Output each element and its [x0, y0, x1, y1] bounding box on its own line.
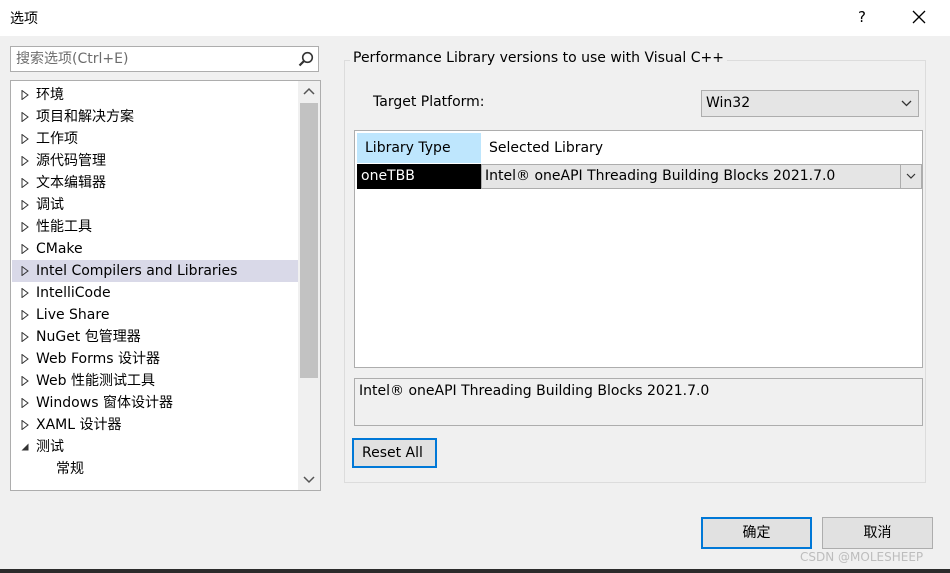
triangle-right-icon[interactable] — [20, 266, 30, 276]
triangle-right-icon[interactable] — [20, 244, 30, 254]
search-input[interactable] — [11, 47, 296, 71]
tree-item-label: Web Forms 设计器 — [36, 351, 160, 367]
tree-item-label: Web 性能测试工具 — [36, 373, 155, 389]
chevron-up-icon — [303, 87, 315, 95]
tree-scrollbar[interactable] — [298, 81, 320, 490]
tree-item[interactable]: XAML 设计器 — [12, 414, 298, 436]
tree-item-label: 环境 — [36, 87, 64, 103]
library-table: Library Type Selected Library oneTBB Int… — [354, 130, 923, 368]
tree-item[interactable]: Live Share — [12, 304, 298, 326]
tree-item-label: 常规 — [56, 461, 84, 477]
tree-item-label: 测试 — [36, 439, 64, 455]
dropdown-button[interactable] — [900, 165, 921, 188]
tree-item[interactable]: 常规 — [12, 458, 298, 480]
scroll-thumb[interactable] — [300, 103, 318, 378]
triangle-right-icon[interactable] — [20, 112, 30, 122]
tree-item[interactable]: Web Forms 设计器 — [12, 348, 298, 370]
triangle-right-icon[interactable] — [20, 354, 30, 364]
group-title: Performance Library versions to use with… — [350, 50, 727, 66]
tree-item[interactable]: 调试 — [12, 194, 298, 216]
scroll-down-button[interactable] — [298, 468, 320, 490]
bottom-edge — [0, 569, 950, 573]
tree-item-label: Live Share — [36, 307, 110, 323]
table-row-type-cell[interactable]: oneTBB — [357, 164, 481, 189]
triangle-right-icon[interactable] — [20, 222, 30, 232]
tree-item[interactable]: 源代码管理 — [12, 150, 298, 172]
window-title: 选项 — [10, 11, 38, 27]
selected-library-value: Intel® oneAPI Threading Building Blocks … — [485, 168, 836, 184]
triangle-right-icon[interactable] — [20, 398, 30, 408]
tree-item-label: 调试 — [36, 197, 64, 213]
tree-item-label: NuGet 包管理器 — [36, 329, 141, 345]
triangle-right-icon[interactable] — [20, 420, 30, 430]
cancel-button[interactable]: 取消 — [822, 517, 933, 549]
reset-all-button[interactable]: Reset All — [352, 438, 437, 468]
tree-item[interactable]: 项目和解决方案 — [12, 106, 298, 128]
tree-item[interactable]: Web 性能测试工具 — [12, 370, 298, 392]
tree-item-label: Windows 窗体设计器 — [36, 395, 173, 411]
ok-button[interactable]: 确定 — [701, 517, 812, 549]
tree-item-label: IntelliCode — [36, 285, 111, 301]
chevron-down-icon — [901, 100, 912, 107]
selected-library-dropdown[interactable]: Intel® oneAPI Threading Building Blocks … — [481, 164, 922, 189]
triangle-right-icon[interactable] — [20, 200, 30, 210]
column-header-selected-library[interactable]: Selected Library — [481, 133, 921, 163]
tree-item[interactable]: Windows 窗体设计器 — [12, 392, 298, 414]
tree-item[interactable]: NuGet 包管理器 — [12, 326, 298, 348]
tree-item-label: 源代码管理 — [36, 153, 106, 169]
tree-item-label: 性能工具 — [36, 219, 92, 235]
triangle-right-icon[interactable] — [20, 332, 30, 342]
tree-item[interactable]: CMake — [12, 238, 298, 260]
target-platform-value: Win32 — [706, 95, 751, 111]
options-tree: 环境 项目和解决方案 工作项 源代码管理 文本编辑器 调试 性能工具 CMake… — [10, 80, 321, 491]
tree-item[interactable]: 测试 — [12, 436, 298, 458]
target-platform-select[interactable]: Win32 — [701, 90, 919, 117]
tree-item[interactable]: 性能工具 — [12, 216, 298, 238]
tree-item[interactable]: 环境 — [12, 84, 298, 106]
scroll-up-button[interactable] — [298, 81, 320, 103]
triangle-right-icon[interactable] — [20, 134, 30, 144]
library-description: Intel® oneAPI Threading Building Blocks … — [354, 378, 923, 426]
tree-item[interactable]: 工作项 — [12, 128, 298, 150]
watermark: CSDN @MOLESHEEP — [800, 550, 924, 564]
tree-item-label: 项目和解决方案 — [36, 109, 134, 125]
triangle-right-icon[interactable] — [20, 310, 30, 320]
close-icon — [912, 10, 926, 24]
triangle-right-icon[interactable] — [20, 90, 30, 100]
tree-item-label: 文本编辑器 — [36, 175, 106, 191]
tree-item-label: XAML 设计器 — [36, 417, 122, 433]
triangle-right-icon[interactable] — [20, 156, 30, 166]
tree-item-label: CMake — [36, 241, 83, 257]
triangle-right-icon[interactable] — [20, 178, 30, 188]
chevron-down-icon — [906, 173, 916, 179]
tree-item[interactable]: IntelliCode — [12, 282, 298, 304]
tree-item-intel-compilers[interactable]: Intel Compilers and Libraries — [12, 260, 298, 282]
search-box — [10, 46, 319, 72]
tree-item-label: Intel Compilers and Libraries — [36, 263, 238, 279]
chevron-down-icon — [303, 476, 315, 484]
title-bar: 选项 ? — [0, 0, 950, 36]
tree-item-label: 工作项 — [36, 131, 78, 147]
triangle-right-icon[interactable] — [20, 288, 30, 298]
tree-item[interactable]: 文本编辑器 — [12, 172, 298, 194]
help-button[interactable]: ? — [850, 4, 874, 30]
triangle-down-icon[interactable] — [20, 442, 30, 452]
search-icon[interactable] — [298, 51, 314, 67]
triangle-right-icon[interactable] — [20, 376, 30, 386]
column-header-library-type[interactable]: Library Type — [357, 133, 481, 163]
target-platform-label: Target Platform: — [373, 94, 485, 110]
close-button[interactable] — [906, 4, 932, 30]
